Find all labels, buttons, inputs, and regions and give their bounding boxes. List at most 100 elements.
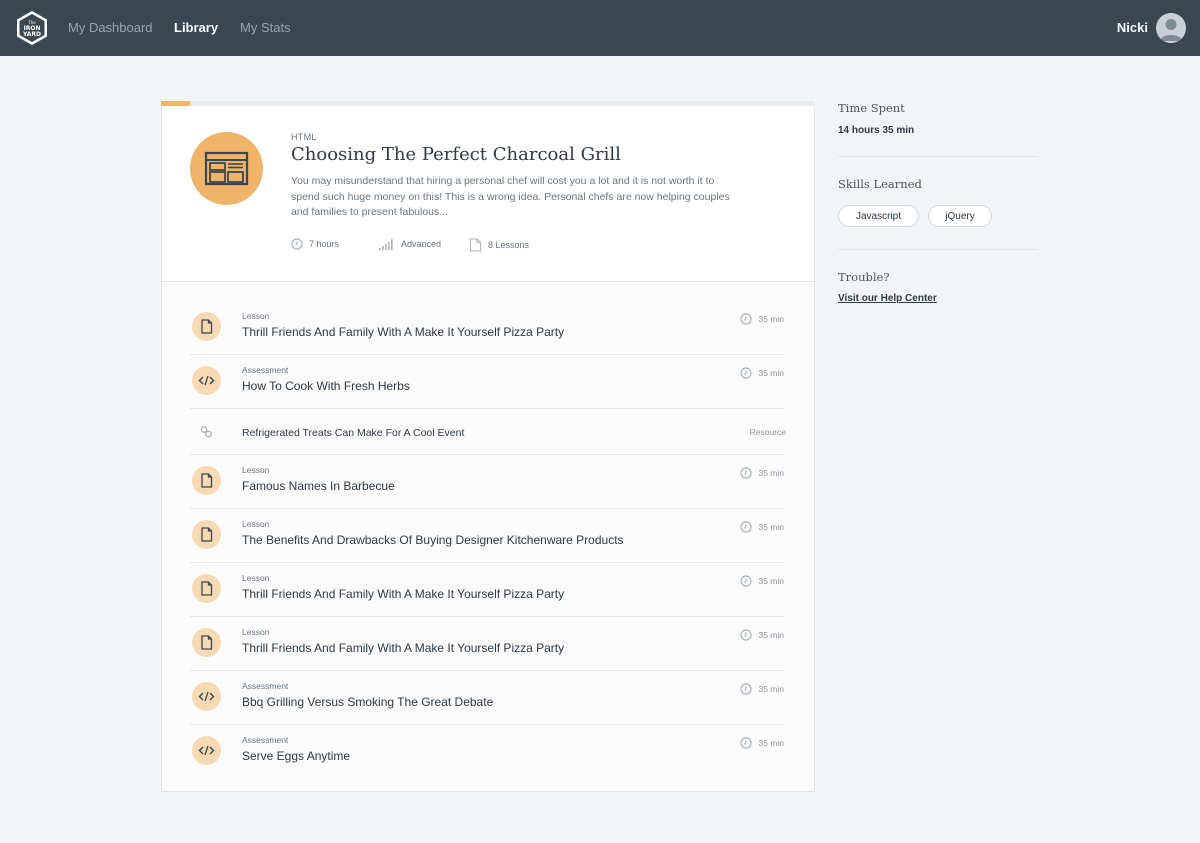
list-item-duration: 35 min <box>740 313 784 325</box>
code-icon <box>198 745 215 756</box>
course-duration: 7 hours <box>291 238 339 250</box>
document-icon <box>201 319 213 334</box>
list-item-duration: 35 min <box>740 737 784 749</box>
skill-pill-javascript[interactable]: Javascript <box>838 205 919 227</box>
clock-icon <box>740 367 753 379</box>
clock-icon <box>740 575 753 587</box>
time-spent-value: 14 hours 35 min <box>838 125 915 136</box>
document-icon <box>201 473 213 488</box>
list-item-type: Assessment <box>242 365 289 375</box>
list-item-icon <box>192 466 221 495</box>
course-level-text: Advanced <box>401 239 442 249</box>
list-item-duration-text: 35 min <box>758 684 784 694</box>
list-item-icon <box>192 312 221 341</box>
course-description: You may misunderstand that hiring a pers… <box>291 175 730 218</box>
document-icon <box>201 527 213 542</box>
list-item-title[interactable]: Thrill Friends And Family With A Make It… <box>242 325 564 339</box>
course-duration-text: 7 hours <box>309 239 340 249</box>
course-title: Choosing The Perfect Charcoal Grill <box>291 144 621 165</box>
list-item[interactable]: Lesson Thrill Friends And Family With A M… <box>190 617 784 671</box>
list-item-title[interactable]: Famous Names In Barbecue <box>242 479 395 493</box>
list-item-title[interactable]: Refrigerated Treats Can Make For A Cool … <box>242 427 464 439</box>
code-icon <box>198 691 215 702</box>
list-item[interactable]: Lesson The Benefits And Drawbacks Of Buyi… <box>190 509 784 563</box>
nav-library[interactable]: Library <box>174 20 218 35</box>
list-item[interactable]: Lesson Thrill Friends And Family With A M… <box>190 301 784 355</box>
list-item-duration: 35 min <box>740 367 784 379</box>
document-icon <box>469 238 482 252</box>
skill-pill-jquery[interactable]: jQuery <box>928 205 992 227</box>
list-item-duration-text: 35 min <box>758 630 784 640</box>
svg-text:YARD: YARD <box>22 31 41 38</box>
list-item[interactable]: Assessment Serve Eggs Anytime 35 min <box>190 725 784 779</box>
list-item-duration: 35 min <box>740 521 784 533</box>
list-item-icon <box>192 366 221 395</box>
layout-icon <box>204 151 249 186</box>
course-level: Advanced <box>379 238 441 250</box>
list-item-duration: 35 min <box>740 683 784 695</box>
nav-my-dashboard[interactable]: My Dashboard <box>68 20 153 35</box>
list-item-duration-text: 35 min <box>758 738 784 748</box>
list-item-type: Lesson <box>242 465 270 475</box>
list-item-icon <box>192 417 221 446</box>
sidebar-divider <box>838 156 1038 157</box>
list-item[interactable]: Refrigerated Treats Can Make For A Cool … <box>190 409 786 455</box>
list-item-type: Assessment <box>242 735 289 745</box>
list-item[interactable]: Assessment How To Cook With Fresh Herbs 35… <box>190 355 784 409</box>
list-item-title[interactable]: Thrill Friends And Family With A Make It… <box>242 587 564 601</box>
clock-icon <box>740 521 753 533</box>
clock-icon <box>291 238 303 250</box>
list-item-duration-text: 35 min <box>758 522 784 532</box>
list-item-duration: 35 min <box>740 467 784 479</box>
avatar[interactable] <box>1156 13 1186 43</box>
list-item-title[interactable]: How To Cook With Fresh Herbs <box>242 379 410 393</box>
list-item-duration: Resource <box>750 427 786 437</box>
iron-yard-logo[interactable]: The IRON YARD <box>14 10 50 46</box>
list-item[interactable]: Lesson Thrill Friends And Family With A M… <box>190 563 784 617</box>
user-avatar-icon <box>1160 19 1182 41</box>
clock-icon <box>740 683 753 695</box>
list-item-icon <box>192 574 221 603</box>
list-item-duration: 35 min <box>740 575 784 587</box>
list-item-title[interactable]: Serve Eggs Anytime <box>242 749 350 763</box>
clock-icon <box>740 629 753 641</box>
list-item-type: Lesson <box>242 519 270 529</box>
list-item-title[interactable]: Thrill Friends And Family With A Make It… <box>242 641 564 655</box>
list-item-type: Lesson <box>242 311 270 321</box>
list-item-duration-text: 35 min <box>758 314 784 324</box>
list-item-icon <box>192 628 221 657</box>
list-item-title[interactable]: Bbq Grilling Versus Smoking The Great De… <box>242 695 493 709</box>
course-header: HTML Choosing The Perfect Charcoal Grill… <box>162 106 814 282</box>
time-spent-label: Time Spent <box>838 101 905 115</box>
course-lessons-text: 8 Lessons <box>488 240 530 250</box>
list-item[interactable]: Assessment Bbq Grilling Versus Smoking Th… <box>190 671 784 725</box>
trouble-label: Trouble? <box>838 270 890 284</box>
list-item-icon <box>192 682 221 711</box>
course-category: HTML <box>291 132 317 142</box>
list-item-type: Lesson <box>242 573 270 583</box>
help-center-link[interactable]: Visit our Help Center <box>838 293 937 304</box>
lesson-list: Lesson Thrill Friends And Family With A M… <box>162 283 814 791</box>
link-icon <box>200 426 212 438</box>
list-item-title[interactable]: The Benefits And Drawbacks Of Buying Des… <box>242 533 624 547</box>
list-item-icon <box>192 736 221 765</box>
list-item-type: Lesson <box>242 627 270 637</box>
user-name[interactable]: Nicki <box>1117 20 1148 35</box>
document-icon <box>201 581 213 596</box>
course-card: HTML Choosing The Perfect Charcoal Grill… <box>161 101 815 792</box>
clock-icon <box>740 737 753 749</box>
skills-learned-label: Skills Learned <box>838 177 922 191</box>
signal-bars-icon <box>379 239 393 250</box>
list-item-type: Assessment <box>242 681 289 691</box>
document-icon <box>201 635 213 650</box>
list-item-duration-text: 35 min <box>758 368 784 378</box>
top-nav-bar: The IRON YARD My Dashboard Library My St… <box>0 0 1200 56</box>
code-icon <box>198 375 215 386</box>
clock-icon <box>740 313 753 325</box>
list-item-duration-text: Resource <box>749 427 786 437</box>
clock-icon <box>740 467 753 479</box>
list-item-duration-text: 35 min <box>758 576 784 586</box>
list-item[interactable]: Lesson Famous Names In Barbecue 35 min <box>190 455 784 509</box>
nav-my-stats[interactable]: My Stats <box>240 20 291 35</box>
course-lessons: 8 Lessons <box>469 238 529 252</box>
